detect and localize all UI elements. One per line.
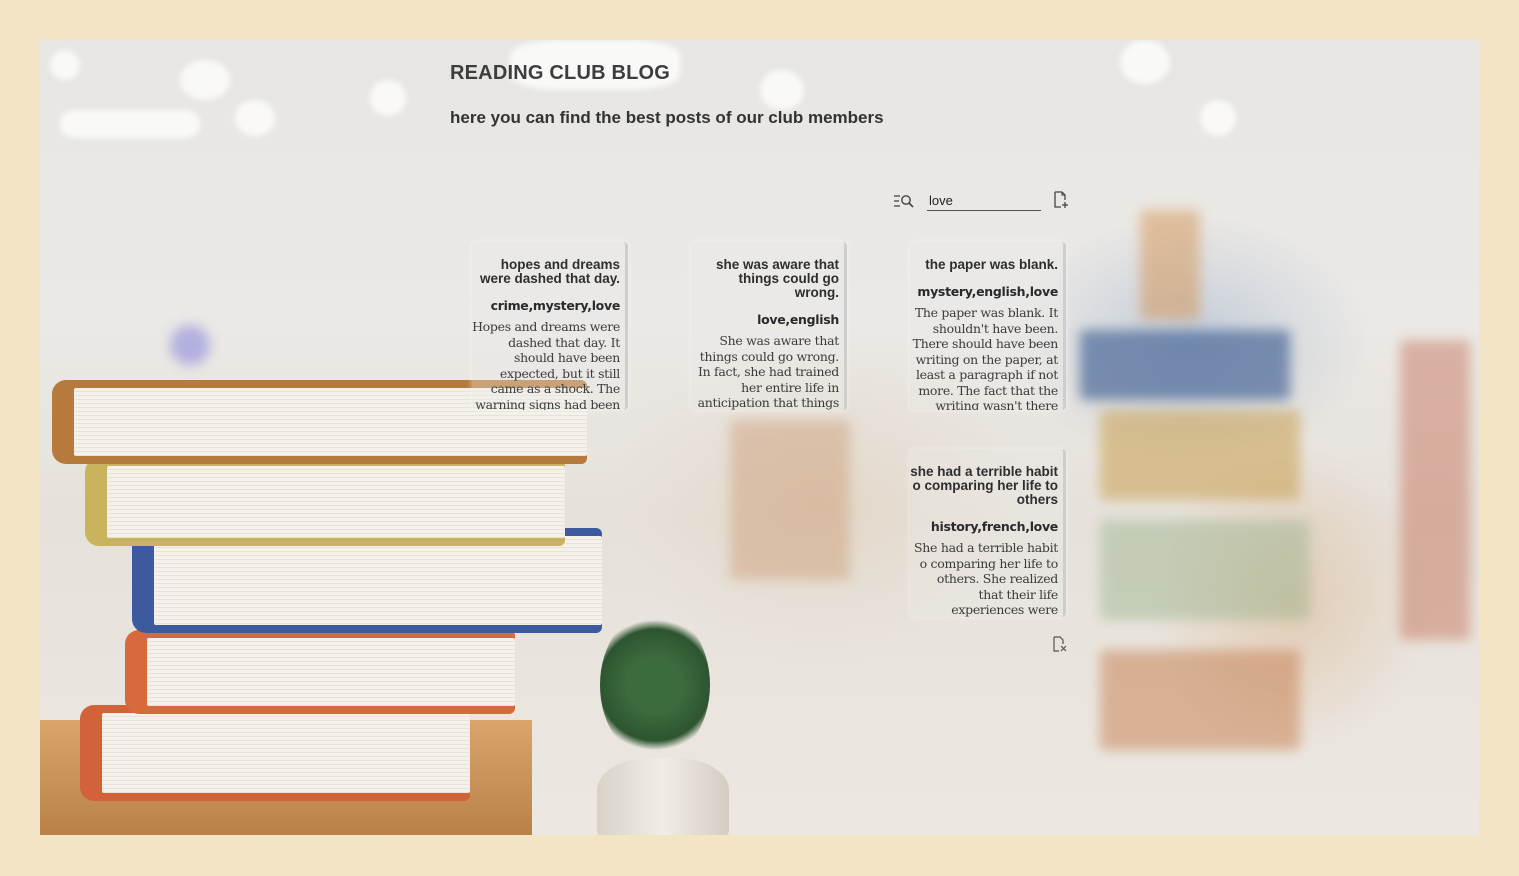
post-title: the paper was blank. <box>925 257 1058 272</box>
post-title: she was aware that things could go wrong… <box>715 257 839 300</box>
search-bar <box>893 190 1073 214</box>
post-title: she had a terrible habit o comparing her… <box>910 464 1058 507</box>
page-subtitle: here you can find the best posts of our … <box>450 108 884 127</box>
post-tags: history,french,love <box>930 519 1058 534</box>
search-input[interactable] <box>927 190 1041 211</box>
book-illustration <box>80 705 470 801</box>
post-card[interactable]: she was aware that things could go wrong… <box>691 242 847 410</box>
new-post-icon[interactable] <box>1053 191 1069 209</box>
post-excerpt: Hopes and dreams were dashed that day. I… <box>472 319 620 410</box>
delete-post-icon[interactable] <box>1052 636 1067 653</box>
background-photo <box>40 40 1479 835</box>
page-title: READING CLUB BLOG <box>450 62 671 84</box>
post-excerpt: The paper was blank. It shouldn't have b… <box>912 305 1059 410</box>
post-title: hopes and dreams were dashed that day. <box>479 257 620 286</box>
post-tags: mystery,english,love <box>917 284 1058 299</box>
book-illustration <box>85 458 565 546</box>
plant-illustration <box>600 610 710 760</box>
post-card[interactable]: she had a terrible habit o comparing her… <box>910 449 1066 617</box>
post-tags: crime,mystery,love <box>490 298 621 313</box>
post-excerpt: She was aware that things could go wrong… <box>697 333 840 410</box>
post-excerpt: She had a terrible habit o comparing her… <box>914 540 1058 617</box>
search-filter-icon[interactable] <box>893 192 915 210</box>
post-card[interactable]: the paper was blank. mystery,english,lov… <box>910 242 1066 410</box>
vase-illustration <box>597 758 729 835</box>
book-illustration <box>125 630 515 714</box>
post-card[interactable]: hopes and dreams were dashed that day. c… <box>472 242 628 410</box>
post-tags: love,english <box>757 312 839 327</box>
